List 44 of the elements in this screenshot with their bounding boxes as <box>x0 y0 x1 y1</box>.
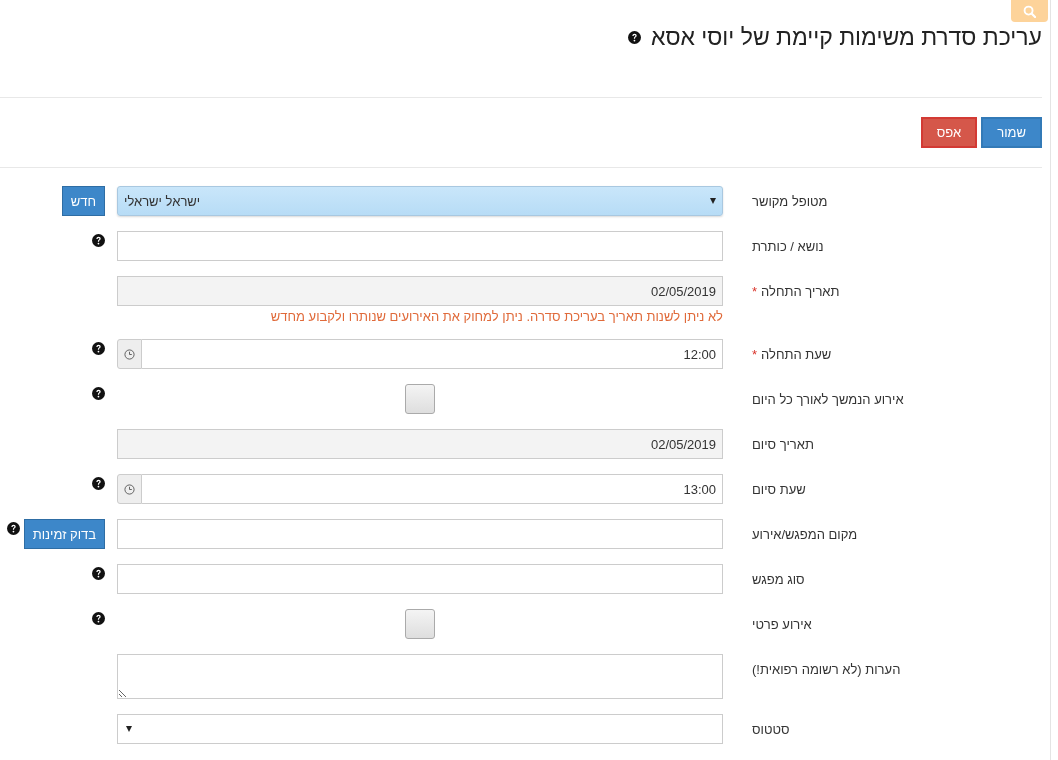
select-field[interactable] <box>117 714 723 744</box>
field-label: סוג מפגש <box>752 571 805 587</box>
help-icon[interactable] <box>92 567 105 580</box>
select-field[interactable]: ישראל ישראלי <box>117 186 723 216</box>
time-field[interactable]: 13:00 <box>142 474 723 504</box>
clock-icon[interactable] <box>117 339 142 369</box>
help-icon[interactable] <box>627 31 641 44</box>
page-title: עריכת סדרת משימות קיימת של יוסי אסא <box>650 24 1042 51</box>
warning-text: לא ניתן לשנות תאריך בעריכת סדרה. ניתן למחוק את האירועים שנותרו ולקבוע מחדש <box>269 309 723 324</box>
field-label: מקום המפגש/אירוע <box>752 526 858 542</box>
input-field[interactable] <box>117 564 723 594</box>
field-label: סטטוס <box>752 721 790 737</box>
field-label: שעת התחלה <box>761 346 832 362</box>
check-availability-button[interactable]: בדוק זמינות <box>23 519 105 549</box>
notes-field[interactable] <box>117 654 723 699</box>
search-icon <box>1023 4 1036 18</box>
required-mark: * <box>752 346 758 362</box>
help-icon[interactable] <box>92 387 105 400</box>
field-label: אירוע הנמשך לאורך כל היום <box>752 391 904 407</box>
help-icon[interactable] <box>92 342 105 355</box>
help-icon[interactable] <box>92 612 105 625</box>
field-label: שעת סיום <box>752 481 806 497</box>
field-label: מטופל מקושר <box>752 193 828 209</box>
required-mark: * <box>752 283 758 299</box>
save-button[interactable]: שמור <box>981 117 1042 148</box>
input-field[interactable] <box>117 519 723 549</box>
caret-icon <box>710 198 716 204</box>
clock-icon[interactable] <box>117 474 142 504</box>
field-label: תאריך סיום <box>752 436 814 452</box>
field-label: הערות (לא רשומה רפואית!) <box>752 661 901 677</box>
help-icon[interactable] <box>92 234 105 247</box>
field-label: תאריך התחלה <box>761 283 840 299</box>
select-value: ישראל ישראלי <box>124 193 201 209</box>
reset-button[interactable]: אפס <box>920 117 978 148</box>
new-button[interactable]: חדש <box>61 186 105 216</box>
checkbox[interactable] <box>405 609 435 639</box>
field-label: נושא / כותרת <box>752 238 824 254</box>
input-field[interactable] <box>117 231 723 261</box>
caret-icon <box>126 726 132 732</box>
checkbox[interactable] <box>405 384 435 414</box>
help-icon[interactable] <box>92 477 105 490</box>
help-icon[interactable] <box>6 522 20 535</box>
field-label: אירוע פרטי <box>752 616 812 632</box>
time-field[interactable]: 12:00 <box>142 339 723 369</box>
